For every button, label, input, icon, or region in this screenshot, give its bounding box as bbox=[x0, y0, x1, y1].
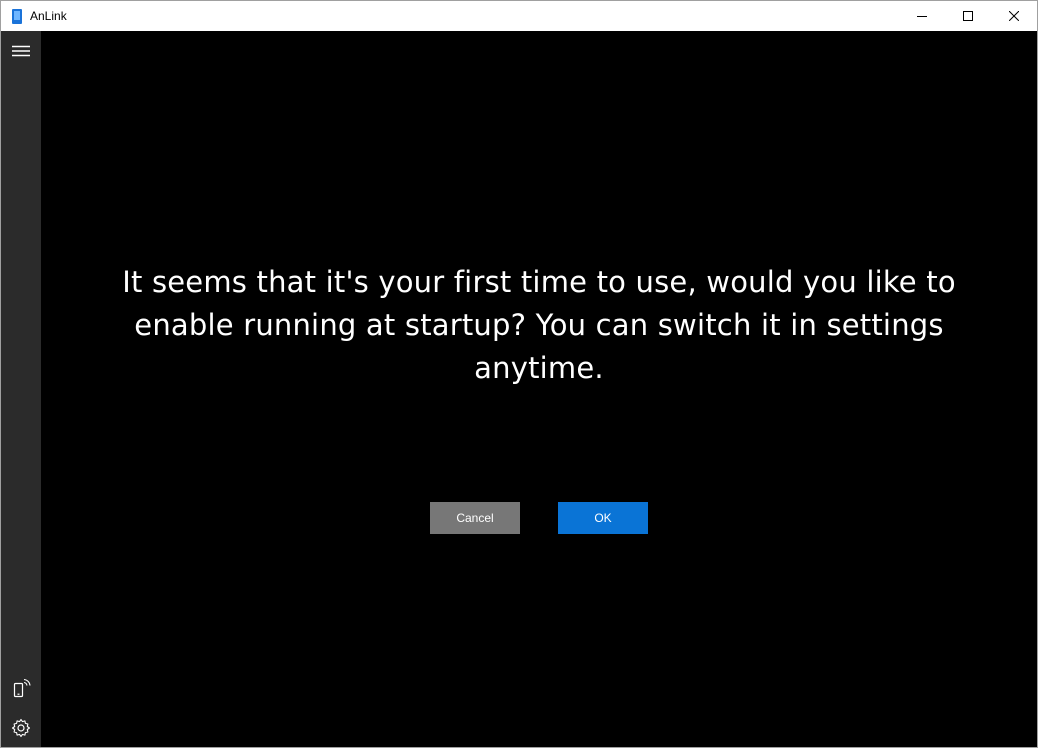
cancel-button[interactable]: Cancel bbox=[430, 502, 520, 534]
window-controls bbox=[899, 1, 1037, 31]
startup-prompt-message: It seems that it's your first time to us… bbox=[122, 265, 956, 385]
menu-button[interactable] bbox=[11, 42, 31, 60]
maximize-icon bbox=[963, 11, 973, 21]
hamburger-menu-icon bbox=[12, 45, 30, 57]
title-bar[interactable]: AnLink bbox=[1, 1, 1037, 31]
minimize-button[interactable] bbox=[899, 1, 945, 31]
minimize-icon bbox=[917, 16, 927, 17]
window-title: AnLink bbox=[30, 9, 67, 23]
close-button[interactable] bbox=[991, 1, 1037, 31]
device-button[interactable] bbox=[10, 677, 32, 699]
app-window: AnLink It seems that it's your first tim… bbox=[0, 0, 1038, 748]
ok-button[interactable]: OK bbox=[558, 502, 648, 534]
sidebar bbox=[1, 31, 41, 747]
maximize-button[interactable] bbox=[945, 1, 991, 31]
settings-button[interactable] bbox=[10, 717, 32, 739]
anlink-app-icon bbox=[12, 8, 22, 24]
gear-icon bbox=[11, 718, 31, 738]
close-icon bbox=[1009, 11, 1019, 21]
main-content: It seems that it's your first time to us… bbox=[41, 31, 1037, 747]
phone-connection-icon bbox=[13, 678, 31, 698]
